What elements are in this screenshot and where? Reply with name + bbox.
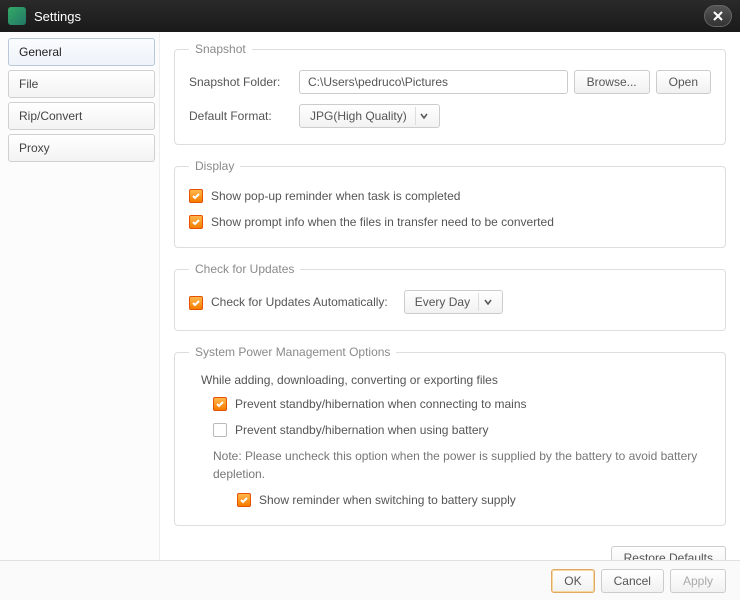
snapshot-folder-input[interactable] <box>299 70 568 94</box>
ok-button[interactable]: OK <box>551 569 594 593</box>
power-subtitle: While adding, downloading, converting or… <box>201 373 711 387</box>
app-icon <box>8 7 26 25</box>
close-icon <box>712 10 724 22</box>
snapshot-folder-label: Snapshot Folder: <box>189 75 299 89</box>
auto-update-label: Check for Updates Automatically: <box>211 293 388 311</box>
auto-update-checkbox[interactable] <box>189 296 203 310</box>
updates-group: Check for Updates Check for Updates Auto… <box>174 262 726 331</box>
updates-legend: Check for Updates <box>189 262 300 276</box>
chevron-down-icon <box>415 107 433 125</box>
tab-general[interactable]: General <box>8 38 155 66</box>
default-format-select[interactable]: JPG(High Quality) <box>299 104 440 128</box>
show-reminder-label: Show reminder when switching to battery … <box>259 491 516 509</box>
snapshot-group: Snapshot Snapshot Folder: Browse... Open… <box>174 42 726 145</box>
prevent-battery-label: Prevent standby/hibernation when using b… <box>235 421 489 439</box>
power-legend: System Power Management Options <box>189 345 396 359</box>
apply-button[interactable]: Apply <box>670 569 726 593</box>
tab-proxy[interactable]: Proxy <box>8 134 155 162</box>
display-group: Display Show pop-up reminder when task i… <box>174 159 726 248</box>
prompt-info-label: Show prompt info when the files in trans… <box>211 213 554 231</box>
default-format-value: JPG(High Quality) <box>310 109 407 123</box>
sidebar: General File Rip/Convert Proxy <box>0 32 160 560</box>
content: Snapshot Snapshot Folder: Browse... Open… <box>160 32 740 560</box>
show-reminder-checkbox[interactable] <box>237 493 251 507</box>
power-group: System Power Management Options While ad… <box>174 345 726 526</box>
popup-reminder-checkbox[interactable] <box>189 189 203 203</box>
prevent-mains-label: Prevent standby/hibernation when connect… <box>235 395 527 413</box>
update-frequency-value: Every Day <box>415 293 470 311</box>
tab-rip-convert[interactable]: Rip/Convert <box>8 102 155 130</box>
default-format-label: Default Format: <box>189 109 299 123</box>
prevent-mains-checkbox[interactable] <box>213 397 227 411</box>
snapshot-legend: Snapshot <box>189 42 252 56</box>
browse-button[interactable]: Browse... <box>574 70 650 94</box>
popup-reminder-label: Show pop-up reminder when task is comple… <box>211 187 460 205</box>
prevent-battery-checkbox[interactable] <box>213 423 227 437</box>
tab-file[interactable]: File <box>8 70 155 98</box>
titlebar: Settings <box>0 0 740 32</box>
close-button[interactable] <box>704 5 732 27</box>
cancel-button[interactable]: Cancel <box>601 569 664 593</box>
chevron-down-icon <box>478 293 496 311</box>
display-legend: Display <box>189 159 240 173</box>
window-title: Settings <box>34 9 704 24</box>
footer: OK Cancel Apply <box>0 560 740 600</box>
update-frequency-select[interactable]: Every Day <box>404 290 503 314</box>
battery-note: Note: Please uncheck this option when th… <box>213 447 711 483</box>
open-button[interactable]: Open <box>656 70 711 94</box>
prompt-info-checkbox[interactable] <box>189 215 203 229</box>
restore-defaults-button[interactable]: Restore Defaults <box>611 546 726 560</box>
